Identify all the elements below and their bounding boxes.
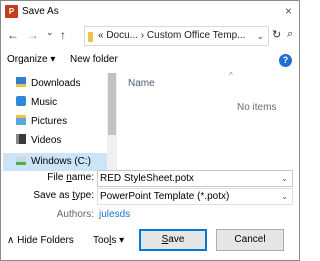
search-icon[interactable]: ⌕ bbox=[287, 28, 293, 41]
column-header-name[interactable]: Name bbox=[128, 78, 155, 89]
back-arrow-icon[interactable]: ← bbox=[7, 28, 19, 42]
authors-field[interactable]: julesds bbox=[99, 209, 130, 220]
save-type-row: Save as type: PowerPoint Template (*.pot… bbox=[1, 188, 299, 206]
hide-folders-button[interactable]: ∧ Hide Folders bbox=[7, 235, 74, 246]
file-name-field[interactable]: RED StyleSheet.potx ⌄ bbox=[97, 170, 293, 187]
sidebar-scrollbar-thumb[interactable] bbox=[108, 73, 116, 135]
organize-menu-button[interactable]: Organize ▾ bbox=[7, 54, 55, 65]
up-arrow-icon[interactable]: ↑ bbox=[60, 28, 66, 42]
empty-folder-message: No items bbox=[237, 102, 277, 113]
music-icon bbox=[16, 96, 26, 106]
sidebar-item-label: Pictures bbox=[31, 116, 68, 127]
sidebar-item-downloads[interactable]: Downloads bbox=[16, 75, 80, 93]
sidebar-item-label: Downloads bbox=[31, 78, 81, 89]
window-title: Save As bbox=[22, 6, 59, 17]
sidebar-item-label: Videos bbox=[31, 135, 62, 146]
chevron-down-icon[interactable]: ⌄ bbox=[281, 189, 288, 204]
authors-label: Authors: bbox=[56, 209, 94, 220]
dialog-footer: ∧ Hide Folders Tools ▾ Save Cancel bbox=[1, 226, 299, 256]
file-name-label: File name: bbox=[47, 172, 94, 183]
sidebar-item-videos[interactable]: Videos bbox=[16, 132, 61, 150]
pictures-icon bbox=[16, 115, 26, 125]
refresh-icon[interactable]: ↻ bbox=[272, 28, 281, 41]
help-icon[interactable]: ? bbox=[279, 54, 292, 67]
sidebar-item-label: Music bbox=[31, 97, 58, 108]
save-type-label: Save as type: bbox=[33, 190, 94, 201]
forward-arrow-icon[interactable]: → bbox=[27, 28, 39, 42]
file-name-row: File name: RED StyleSheet.potx ⌄ bbox=[1, 170, 299, 188]
downloads-icon bbox=[16, 77, 26, 87]
folder-icon bbox=[88, 32, 93, 42]
sidebar-scrollbar[interactable] bbox=[107, 73, 117, 173]
videos-icon bbox=[16, 134, 26, 144]
navigation-bar: ← → ⌄ ↑ « Docu... › Custom Office Temp..… bbox=[1, 25, 299, 47]
sidebar-item-windows-c[interactable]: Windows (C:) bbox=[3, 153, 116, 171]
sidebar-item-pictures[interactable]: Pictures bbox=[16, 113, 67, 131]
file-name-value[interactable]: RED StyleSheet.potx bbox=[100, 173, 194, 184]
authors-row: Authors: julesds bbox=[1, 207, 299, 225]
tools-menu-button[interactable]: Tools ▾ bbox=[93, 235, 124, 246]
save-as-dialog: P Save As × ← → ⌄ ↑ « Docu... › Custom O… bbox=[0, 0, 300, 261]
cancel-button[interactable]: Cancel bbox=[216, 229, 284, 251]
drive-icon bbox=[16, 157, 26, 165]
title-bar: P Save As × bbox=[1, 1, 299, 23]
close-icon[interactable]: × bbox=[285, 4, 292, 18]
sidebar-item-music[interactable]: Music bbox=[16, 94, 57, 112]
address-bar[interactable]: « Docu... › Custom Office Temp... ⌄ bbox=[84, 26, 269, 46]
chevron-down-icon[interactable]: ⌄ bbox=[281, 171, 288, 186]
sidebar-item-label: Windows (C:) bbox=[31, 156, 92, 167]
powerpoint-icon: P bbox=[5, 5, 18, 18]
chevron-down-icon[interactable]: ⌄ bbox=[256, 27, 264, 45]
new-folder-button[interactable]: New folder bbox=[70, 54, 118, 65]
save-type-select[interactable]: PowerPoint Template (*.potx) ⌄ bbox=[97, 188, 293, 205]
save-type-value[interactable]: PowerPoint Template (*.potx) bbox=[100, 191, 229, 202]
save-button[interactable]: Save bbox=[139, 229, 207, 251]
sort-indicator-icon: ^ bbox=[229, 71, 233, 80]
address-path[interactable]: « Docu... › Custom Office Temp... bbox=[98, 27, 245, 45]
toolbar: Organize ▾ New folder ? bbox=[1, 51, 299, 71]
recent-locations-chevron-icon[interactable]: ⌄ bbox=[46, 27, 54, 38]
